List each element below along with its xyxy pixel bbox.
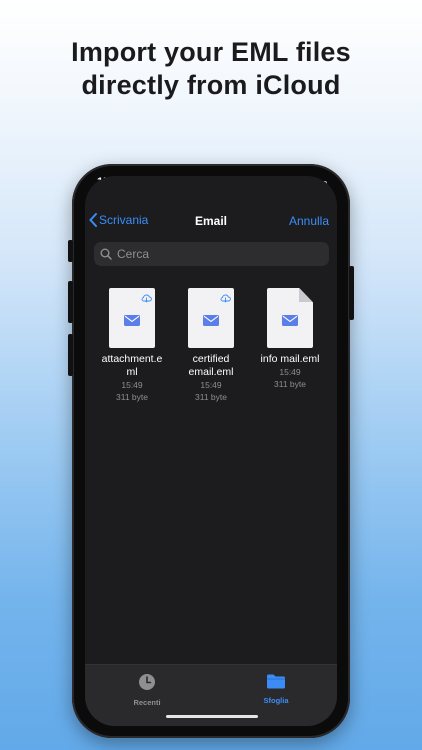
tab-browse-label: Sfoglia <box>263 696 289 705</box>
tab-bar: Recenti Sfoglia <box>85 664 337 726</box>
search-bar[interactable] <box>94 242 329 266</box>
file-time: 15:49 <box>121 380 143 390</box>
tab-recent[interactable]: Recenti <box>107 673 187 707</box>
phone-power-button <box>349 266 354 320</box>
phone-volume-up <box>68 281 73 323</box>
file-thumbnail <box>267 288 313 348</box>
search-input[interactable] <box>117 247 317 261</box>
files-app-screen: Scrivania Email Annulla Cerca attachment… <box>85 176 337 726</box>
file-size: 311 byte <box>274 379 306 389</box>
envelope-icon <box>203 313 219 331</box>
phone-silent-switch <box>68 240 73 262</box>
file-size: 311 byte <box>195 392 227 402</box>
file-item-certified-email[interactable]: certified email.eml 15:49 311 byte <box>173 288 249 403</box>
home-indicator <box>166 715 258 718</box>
file-name: attachment.e ml <box>101 353 163 378</box>
file-thumbnail <box>109 288 155 348</box>
file-time: 15:49 <box>279 367 301 377</box>
phone-volume-down <box>68 334 73 376</box>
headline-line-2: directly from iCloud <box>81 70 341 100</box>
file-time: 15:49 <box>200 380 222 390</box>
tab-browse[interactable]: Sfoglia <box>236 673 316 705</box>
file-size: 311 byte <box>116 392 148 402</box>
file-item-attachment[interactable]: attachment.e ml 15:49 311 byte <box>94 288 170 403</box>
marketing-headline: Import your EML files directly from iClo… <box>0 36 422 102</box>
cancel-button[interactable]: Annulla <box>289 214 329 228</box>
headline-line-1: Import your EML files <box>71 37 351 67</box>
file-item-info-mail[interactable]: info mail.eml 15:49 311 byte <box>252 288 328 390</box>
file-thumbnail <box>188 288 234 348</box>
folder-icon <box>267 674 285 689</box>
cloud-download-icon <box>220 290 231 308</box>
tab-recent-label: Recenti <box>133 698 161 707</box>
search-icon <box>100 248 112 260</box>
cloud-download-icon <box>141 290 152 308</box>
envelope-icon <box>124 313 140 331</box>
page-fold <box>299 288 313 302</box>
file-name: certified email.eml <box>188 353 234 378</box>
envelope-icon <box>282 313 298 331</box>
file-name: info mail.eml <box>260 353 320 365</box>
clock-icon <box>139 674 155 690</box>
